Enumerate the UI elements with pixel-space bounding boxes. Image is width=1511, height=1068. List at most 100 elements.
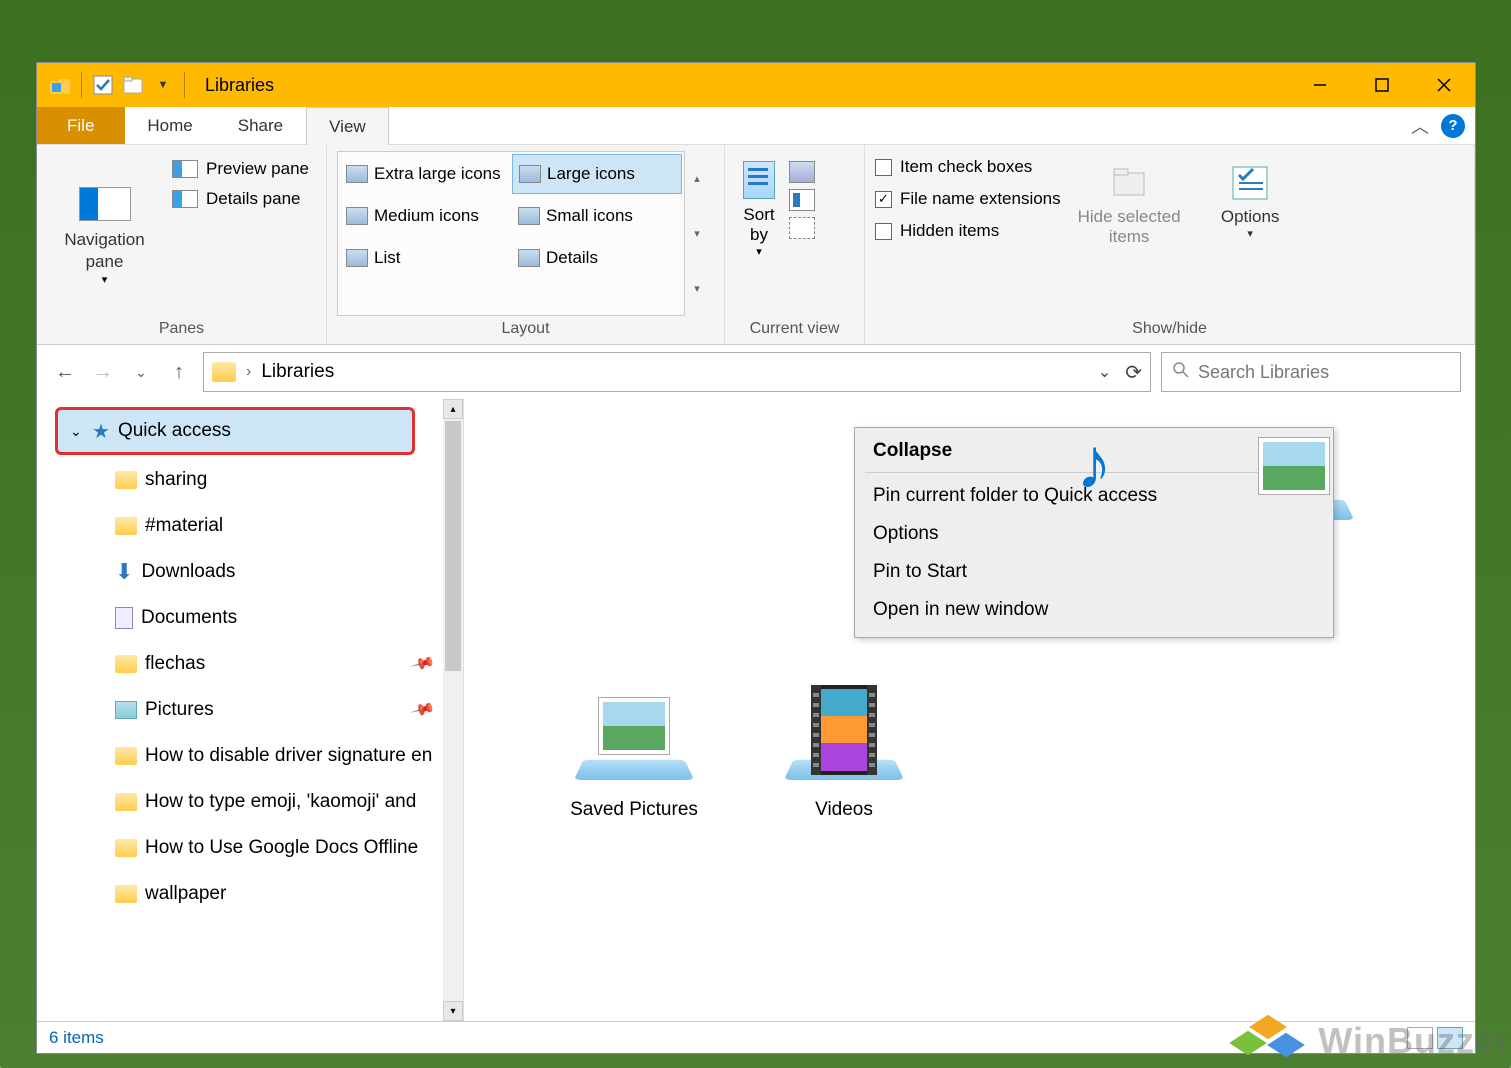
sidebar-item-documents[interactable]: Documents: [37, 595, 463, 641]
context-menu-open-new-window[interactable]: Open in new window: [855, 591, 1333, 629]
group-by-button[interactable]: [789, 161, 815, 183]
checkbox-checked-icon: [875, 191, 892, 208]
back-button[interactable]: ←: [51, 358, 79, 386]
sidebar-item-quick-access[interactable]: ⌄ ★ Quick access: [55, 407, 415, 455]
layout-item-details[interactable]: Details: [512, 238, 682, 278]
folder-icon: [115, 655, 137, 673]
item-check-boxes-label: Item check boxes: [900, 157, 1032, 177]
address-row: ← → ⌄ ↑ › Libraries ⌄ ⟳ Search Libraries: [37, 345, 1475, 399]
scrollbar-down-button[interactable]: ▾: [443, 1001, 463, 1021]
ribbon-group-layout: Extra large iconsLarge icons Medium icons…: [327, 145, 725, 344]
minimize-button[interactable]: [1289, 63, 1351, 107]
sidebar-item-pictures[interactable]: Pictures📌: [37, 687, 463, 733]
layout-item-medium-icons[interactable]: Medium icons: [340, 196, 510, 236]
item-count: 6 items: [49, 1028, 104, 1048]
sidebar-item-label: flechas: [145, 653, 205, 675]
layout-item-list[interactable]: List: [340, 238, 510, 278]
layout-item-icon: [346, 165, 368, 183]
sort-by-button[interactable]: Sort by ▾: [735, 157, 783, 316]
up-button[interactable]: ↑: [165, 358, 193, 386]
preview-pane-icon: [172, 160, 198, 178]
sidebar-item-how-to-use-google-docs-o[interactable]: How to Use Google Docs Offline: [37, 825, 463, 871]
file-list[interactable]: ♪MusicPicturesSaved PicturesVideos Colla…: [464, 399, 1475, 1021]
hidden-items-toggle[interactable]: Hidden items: [875, 221, 1061, 241]
layout-item-extra-large-icons[interactable]: Extra large icons: [340, 154, 510, 194]
layout-item-label: Small icons: [546, 206, 633, 226]
expand-caret-icon[interactable]: ⌄: [70, 423, 84, 440]
sidebar-item-flechas[interactable]: flechas 📌: [37, 641, 463, 687]
forward-button[interactable]: →: [89, 358, 117, 386]
maximize-button[interactable]: [1351, 63, 1413, 107]
refresh-button[interactable]: ⟳: [1125, 360, 1142, 385]
sort-by-label: Sort by: [743, 205, 774, 245]
navigation-tree[interactable]: ▴ ▾ ⌄ ★ Quick access sharing#material⬇Do…: [37, 399, 464, 1021]
collapse-ribbon-icon[interactable]: ︿: [1411, 113, 1429, 139]
close-button[interactable]: [1413, 63, 1475, 107]
layout-gallery[interactable]: Extra large iconsLarge icons Medium icons…: [337, 151, 685, 316]
add-columns-button[interactable]: [789, 189, 815, 211]
sidebar-item-label: How to type emoji, 'kaomoji' and: [145, 791, 416, 813]
sidebar-item-how-to-disable-driver-si[interactable]: How to disable driver signature en: [37, 733, 463, 779]
layout-item-icon: [518, 249, 540, 267]
breadcrumb-chevron-icon[interactable]: ›: [246, 363, 251, 381]
qat-newfolder-icon[interactable]: [122, 74, 144, 96]
tab-share[interactable]: Share: [216, 107, 306, 144]
context-menu-options[interactable]: Options: [855, 515, 1333, 553]
sidebar-item-wallpaper[interactable]: wallpaper: [37, 871, 463, 917]
hidden-items-label: Hidden items: [900, 221, 999, 241]
library-saved-pictures[interactable]: Saved Pictures: [554, 679, 714, 821]
tab-view[interactable]: View: [306, 107, 389, 145]
address-dropdown-icon[interactable]: ⌄: [1098, 362, 1111, 382]
sidebar-item--material[interactable]: #material: [37, 503, 463, 549]
qat-dropdown-icon[interactable]: ▼: [152, 74, 174, 96]
ribbon-group-show-hide: Item check boxes File name extensions Hi…: [865, 145, 1475, 344]
checkbox-icon: [875, 223, 892, 240]
folder-icon: [115, 471, 137, 489]
preview-pane-button[interactable]: Preview pane: [172, 159, 309, 179]
titlebar[interactable]: ▼ Libraries: [37, 63, 1475, 107]
options-button[interactable]: Options ▾: [1198, 157, 1303, 316]
sidebar-item-sharing[interactable]: sharing: [37, 457, 463, 503]
chevron-up-icon[interactable]: ▴: [694, 172, 700, 185]
file-name-extensions-toggle[interactable]: File name extensions: [875, 189, 1061, 209]
layout-item-label: Medium icons: [374, 206, 479, 226]
quick-access-label: Quick access: [118, 420, 231, 442]
sidebar-item-label: #material: [145, 515, 223, 537]
help-icon[interactable]: ?: [1441, 114, 1465, 138]
tab-home[interactable]: Home: [125, 107, 215, 144]
scrollbar-up-button[interactable]: ▴: [443, 399, 463, 419]
layout-item-small-icons[interactable]: Small icons: [512, 196, 682, 236]
layout-item-large-icons[interactable]: Large icons: [512, 154, 682, 194]
library-label: Saved Pictures: [570, 799, 698, 821]
picture-icon: [599, 698, 669, 754]
chevron-down-icon[interactable]: ▾: [694, 227, 700, 240]
navigation-pane-button[interactable]: Navigation pane ▾: [47, 151, 162, 316]
hide-selected-icon: [1108, 161, 1150, 203]
pin-icon: 📌: [409, 650, 436, 677]
chevron-expand-icon[interactable]: ▾: [694, 282, 700, 295]
sidebar-item-how-to-type-emoji-kaomoj[interactable]: How to type emoji, 'kaomoji' and: [37, 779, 463, 825]
recent-locations-button[interactable]: ⌄: [127, 358, 155, 386]
library-videos[interactable]: Videos: [764, 679, 924, 821]
address-bar[interactable]: › Libraries ⌄ ⟳: [203, 352, 1151, 392]
music-icon: ♪: [1076, 423, 1112, 505]
layout-item-icon: [346, 207, 368, 225]
context-menu-pin-start[interactable]: Pin to Start: [855, 553, 1333, 591]
item-check-boxes-toggle[interactable]: Item check boxes: [875, 157, 1061, 177]
download-icon: ⬇: [115, 559, 133, 585]
layout-item-label: List: [374, 248, 400, 268]
details-pane-button[interactable]: Details pane: [172, 189, 309, 209]
qat-properties-icon[interactable]: [92, 74, 114, 96]
breadcrumb[interactable]: Libraries: [261, 361, 334, 383]
hide-selected-items-button[interactable]: Hide selected items: [1077, 157, 1182, 316]
folder-icon: [115, 793, 137, 811]
tab-file[interactable]: File: [37, 107, 125, 144]
sidebar-item-downloads[interactable]: ⬇Downloads: [37, 549, 463, 595]
document-icon: [115, 607, 133, 629]
search-input[interactable]: Search Libraries: [1161, 352, 1461, 392]
ribbon-group-current-view: Sort by ▾ Current view: [725, 145, 865, 344]
size-columns-button[interactable]: [789, 217, 815, 239]
ribbon-group-label: Current view: [735, 316, 854, 342]
layout-scroll[interactable]: ▴ ▾ ▾: [687, 151, 707, 316]
folder-icon: [212, 362, 236, 382]
